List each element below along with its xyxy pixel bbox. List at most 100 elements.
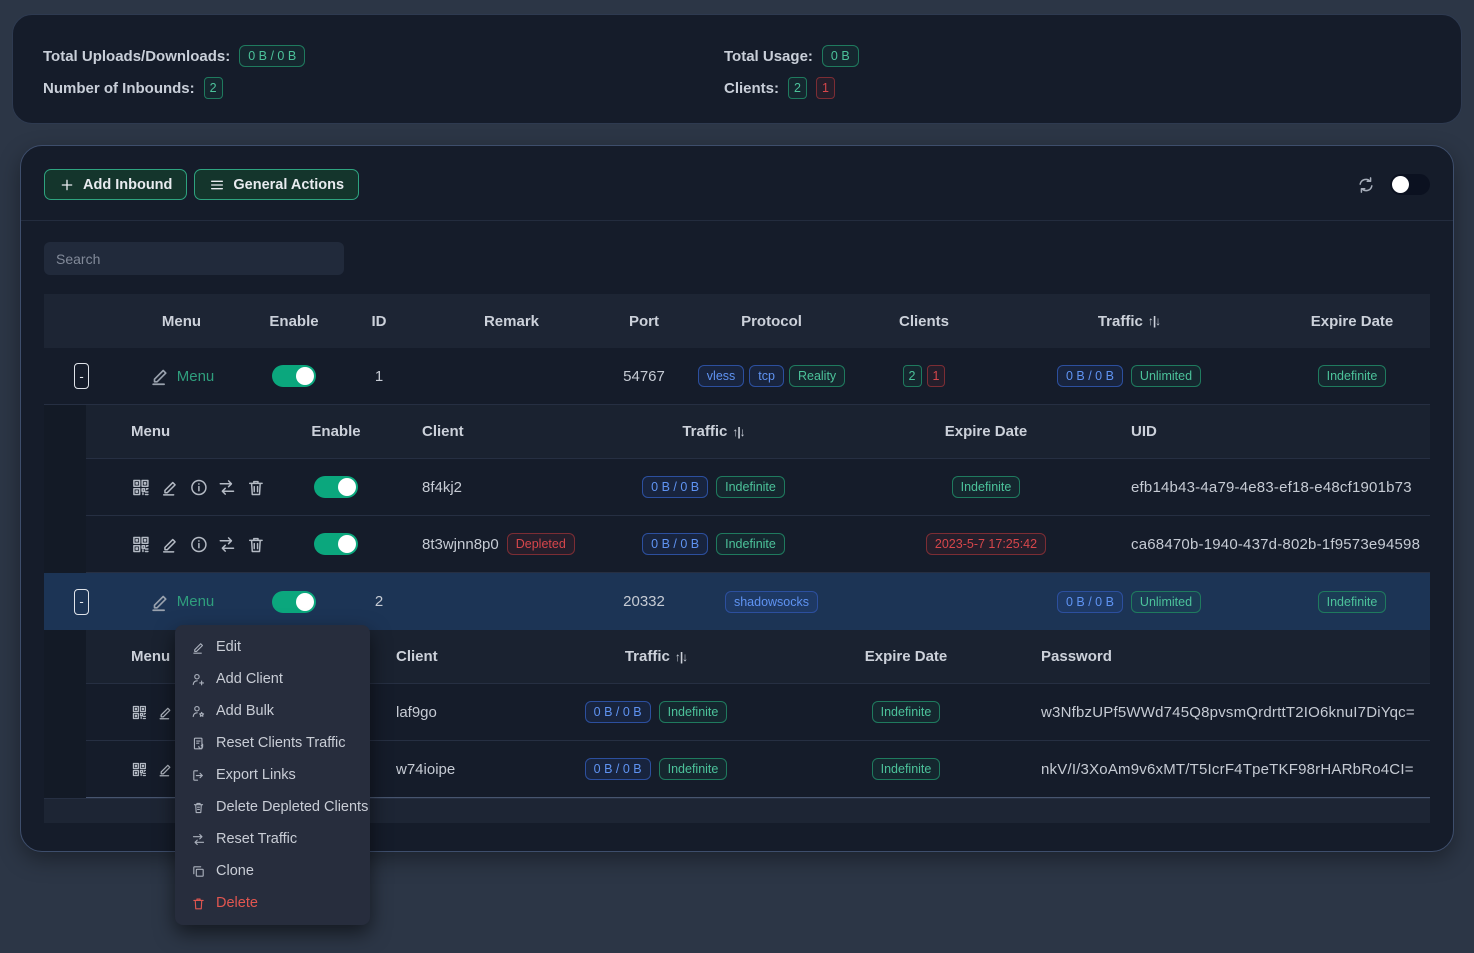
depleted-badge: Depleted	[507, 533, 575, 555]
inbound-expire-badge-wrap: Indefinite	[1274, 591, 1430, 613]
menu-item-label: Add Client	[216, 671, 283, 687]
trash-icon[interactable]	[246, 533, 266, 556]
export-icon	[191, 768, 206, 783]
traffic-badge: 0 B / 0 B	[642, 476, 708, 498]
menu-item-reset-traffic[interactable]: Reset Traffic	[175, 823, 370, 855]
inbound-port: 20332	[609, 593, 679, 610]
refresh-icon[interactable]	[1356, 175, 1376, 195]
sub-header-menu: Menu	[86, 423, 266, 440]
menu-item-label: Delete Depleted Clients	[216, 799, 368, 815]
edit-pencil-icon[interactable]	[160, 476, 180, 499]
add-inbound-button[interactable]: Add Inbound	[44, 169, 187, 200]
inbound1-clients-subtable: Menu Enable Client Traffic↑|↓ Expire Dat…	[86, 405, 1430, 573]
toolbar-divider	[21, 220, 1453, 221]
info-icon[interactable]	[189, 533, 209, 556]
client-uid: ca68470b-1940-437d-802b-1f9573e94598	[1111, 536, 1430, 553]
sub-header-enable: Enable	[266, 423, 406, 440]
header-clients: Clients	[864, 313, 984, 330]
inbound-protocol-badges: vless tcp Reality	[679, 365, 864, 387]
traffic-limit-badge: Indefinite	[716, 533, 785, 555]
client-password: w3NfbzUPf5WWd745Q8pvsmQrdrttT2IO6knuI7Di…	[1021, 704, 1430, 721]
inbound-enable-toggle[interactable]	[272, 365, 316, 387]
edit-pencil-icon[interactable]	[157, 758, 174, 781]
client-password: nkV/I/3XoAm9v6xMT/T5IcrF4TpeTKF98rHARbRo…	[1021, 761, 1430, 778]
sub-header-traffic-label: Traffic	[625, 648, 670, 665]
sort-arrows-icon: ↑|↓	[675, 650, 687, 664]
menu-item-delete-depleted-clients[interactable]: Delete Depleted Clients	[175, 791, 370, 823]
header-menu: Menu	[119, 313, 244, 330]
client-enable-toggle[interactable]	[314, 476, 358, 498]
collapse-row-button[interactable]: -	[74, 363, 89, 389]
inbound-clients-badges: 2 1	[864, 365, 984, 387]
client-name-wrap: 8t3wjnn8p0 Depleted	[406, 533, 566, 555]
qr-code-icon[interactable]	[131, 701, 148, 724]
sub-header-password: Password	[1021, 648, 1430, 665]
user-add-icon	[191, 672, 206, 687]
header-traffic-label: Traffic	[1098, 313, 1143, 330]
sub-header-expire: Expire Date	[791, 648, 1021, 665]
inbound-port: 54767	[609, 368, 679, 385]
protocol-badge: shadowsocks	[725, 591, 818, 613]
sub-header-expire: Expire Date	[861, 423, 1111, 440]
user-bulk-icon	[191, 704, 206, 719]
client-traffic-badges: 0 B / 0 B Indefinite	[521, 758, 791, 780]
info-icon[interactable]	[189, 476, 209, 499]
header-traffic[interactable]: Traffic ↑|↓	[984, 313, 1274, 330]
sort-arrows-icon: ↑|↓	[732, 425, 744, 439]
general-actions-button[interactable]: General Actions	[194, 169, 359, 200]
inbound-menu-button[interactable]: Menu	[119, 365, 244, 387]
traffic-limit-badge: Unlimited	[1131, 591, 1201, 613]
menu-item-export-links[interactable]: Export Links	[175, 759, 370, 791]
total-usage-badge: 0 B	[822, 45, 859, 67]
inbounds-count-label: Number of Inbounds:	[43, 80, 195, 97]
expire-badge: Indefinite	[952, 476, 1021, 498]
client-actions	[86, 476, 266, 499]
clients-count-label: Clients:	[724, 80, 779, 97]
client-name: w74ioipe	[371, 761, 521, 778]
total-usage-label: Total Usage:	[724, 48, 813, 65]
search-input[interactable]	[44, 242, 344, 275]
menu-item-delete[interactable]: Delete	[175, 887, 370, 919]
qr-code-icon[interactable]	[131, 476, 151, 499]
hamburger-icon	[209, 177, 225, 193]
menu-item-add-client[interactable]: Add Client	[175, 663, 370, 695]
client-actions	[86, 533, 266, 556]
expire-badge: Indefinite	[1318, 591, 1387, 613]
menu-item-reset-clients-traffic[interactable]: Reset Clients Traffic	[175, 727, 370, 759]
collapse-row-button[interactable]: -	[74, 589, 89, 615]
inbound-menu-button[interactable]: Menu	[119, 591, 244, 613]
traffic-limit-badge: Indefinite	[659, 758, 728, 780]
qr-code-icon[interactable]	[131, 758, 148, 781]
qr-code-icon[interactable]	[131, 533, 151, 556]
client-traffic-badges: 0 B / 0 B Indefinite	[521, 701, 791, 723]
sub-header-traffic[interactable]: Traffic↑|↓	[566, 423, 861, 440]
stats-right-column: Total Usage: 0 B Clients: 2 1	[724, 45, 859, 109]
traffic-limit-badge: Unlimited	[1131, 365, 1201, 387]
menu-item-add-bulk[interactable]: Add Bulk	[175, 695, 370, 727]
inbound-menu-label: Menu	[177, 368, 215, 385]
reset-traffic-icon[interactable]	[217, 476, 237, 499]
add-inbound-label: Add Inbound	[83, 177, 172, 193]
reset-traffic-icon[interactable]	[217, 533, 237, 556]
clients-depleted-badge: 1	[816, 77, 835, 99]
menu-item-label: Reset Traffic	[216, 831, 297, 847]
toolbar-right	[1356, 174, 1430, 195]
total-usage-row: Total Usage: 0 B	[724, 45, 859, 67]
edit-pencil-icon[interactable]	[157, 701, 174, 724]
edit-pencil-icon[interactable]	[160, 533, 180, 556]
inbound-traffic-badges: 0 B / 0 B Unlimited	[984, 365, 1274, 387]
menu-item-clone[interactable]: Clone	[175, 855, 370, 887]
trash-icon[interactable]	[246, 476, 266, 499]
trash-depleted-icon	[191, 800, 206, 815]
client-traffic-badges: 0 B / 0 B Indefinite	[566, 533, 861, 555]
menu-item-edit[interactable]: Edit	[175, 631, 370, 663]
client-enable-toggle[interactable]	[314, 533, 358, 555]
sub-header-traffic[interactable]: Traffic ↑|↓	[521, 648, 791, 665]
transport-badge: tcp	[749, 365, 784, 387]
protocol-badge: vless	[698, 365, 744, 387]
sort-arrows-icon: ↑|↓	[1148, 314, 1160, 328]
inbound-id: 2	[344, 593, 414, 610]
traffic-badge: 0 B / 0 B	[1057, 365, 1123, 387]
inbound-enable-toggle[interactable]	[272, 591, 316, 613]
auto-refresh-toggle[interactable]	[1390, 174, 1430, 195]
